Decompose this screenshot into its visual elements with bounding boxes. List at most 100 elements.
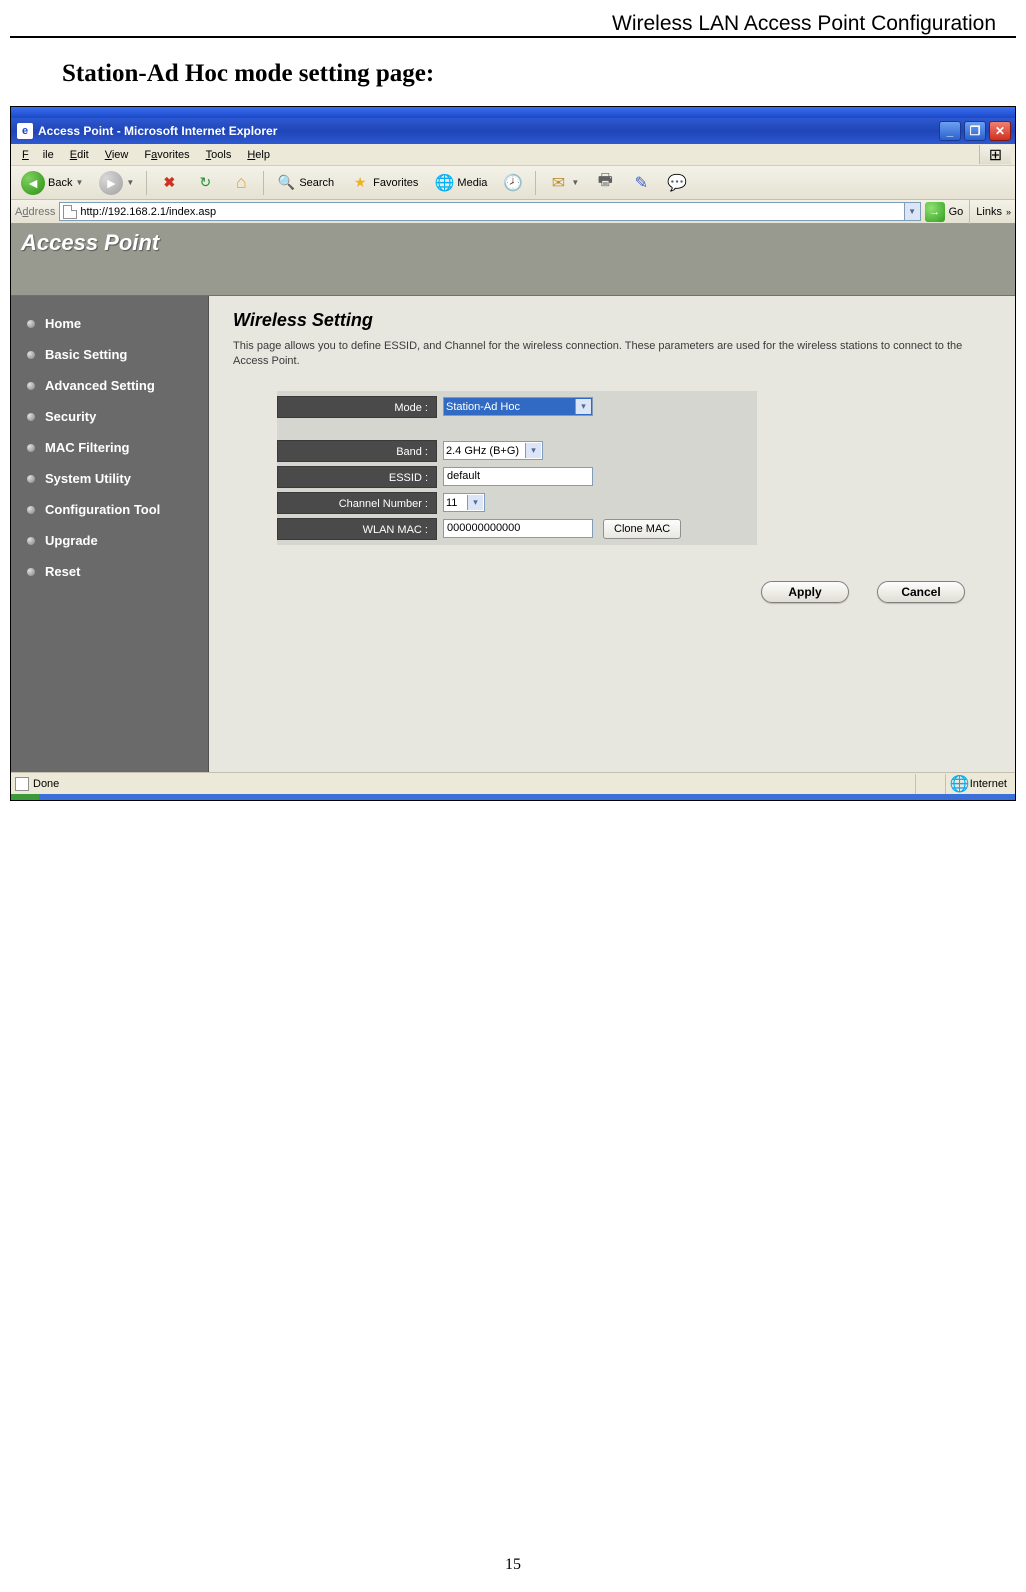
mail-dropdown-icon[interactable]: ▼	[571, 178, 579, 187]
sidebar-item-reset[interactable]: Reset	[27, 556, 208, 587]
toolbar-separator	[263, 171, 264, 195]
edit-button[interactable]: ✎	[625, 170, 657, 196]
channel-select[interactable]: 11	[443, 493, 485, 512]
print-icon: 🖶	[595, 173, 615, 193]
content-area: Wireless Setting This page allows you to…	[209, 296, 1015, 772]
sidebar-item-security[interactable]: Security	[27, 401, 208, 432]
window-titlebar[interactable]: e Access Point - Microsoft Internet Expl…	[11, 118, 1015, 144]
row-band: Band : 2.4 GHz (B+G)	[277, 438, 757, 464]
status-zone: 🌐 Internet	[945, 774, 1011, 794]
search-label: Search	[299, 177, 334, 189]
xp-top-strip	[11, 107, 1015, 118]
refresh-button[interactable]: ↻	[189, 170, 221, 196]
label-wlan-mac: WLAN MAC :	[277, 518, 437, 540]
discuss-button[interactable]: 💬	[661, 170, 693, 196]
refresh-icon: ↻	[195, 173, 215, 193]
action-buttons: Apply Cancel	[233, 581, 995, 603]
links-label[interactable]: Links	[976, 206, 1002, 218]
navigation-toolbar: ◄ Back ▼ ► ▼ ✖ ↻ ⌂ 🔍Search ★Favorites 🌐M…	[11, 166, 1015, 200]
forward-button[interactable]: ► ▼	[93, 170, 140, 196]
menu-tools[interactable]: Tools	[199, 147, 239, 163]
print-button[interactable]: 🖶	[589, 170, 621, 196]
go-label: Go	[949, 206, 964, 218]
status-bar: Done 🌐 Internet	[11, 772, 1015, 794]
label-mode: Mode :	[277, 396, 437, 418]
star-icon: ★	[350, 173, 370, 193]
ie-app-icon: e	[17, 123, 33, 139]
band-select[interactable]: 2.4 GHz (B+G)	[443, 441, 543, 460]
address-url: http://192.168.2.1/index.asp	[80, 206, 216, 218]
links-chevron-icon[interactable]: »	[1006, 207, 1011, 217]
document-header: Wireless LAN Access Point Configuration	[10, 8, 1016, 38]
menu-view[interactable]: View	[98, 147, 136, 163]
back-dropdown-icon[interactable]: ▼	[75, 178, 83, 187]
section-title: Station-Ad Hoc mode setting page:	[0, 38, 1026, 106]
go-button[interactable]: →	[925, 202, 945, 222]
page-number: 15	[0, 1556, 1026, 1574]
history-icon: 🕗	[503, 173, 523, 193]
internet-zone-icon: 🌐	[950, 774, 970, 794]
menu-favorites[interactable]: Favorites	[137, 147, 196, 163]
back-arrow-icon: ◄	[21, 171, 45, 195]
clone-mac-button[interactable]: Clone MAC	[603, 519, 681, 539]
close-button[interactable]: ✕	[989, 121, 1011, 141]
row-essid: ESSID : default	[277, 464, 757, 490]
sidebar-item-mac-filtering[interactable]: MAC Filtering	[27, 432, 208, 463]
mode-select[interactable]: Station-Ad Hoc	[443, 397, 593, 416]
stop-icon: ✖	[159, 173, 179, 193]
address-bar: Address http://192.168.2.1/index.asp ▼ →…	[11, 200, 1015, 224]
label-band: Band :	[277, 440, 437, 462]
menu-file[interactable]: File	[15, 147, 61, 163]
media-label: Media	[457, 177, 487, 189]
history-button[interactable]: 🕗	[497, 170, 529, 196]
sidebar-item-home[interactable]: Home	[27, 308, 208, 339]
back-button[interactable]: ◄ Back ▼	[15, 170, 89, 196]
minimize-button[interactable]: _	[939, 121, 961, 141]
cancel-button[interactable]: Cancel	[877, 581, 965, 603]
maximize-button[interactable]: ❐	[964, 121, 986, 141]
status-cell-pad	[915, 774, 945, 794]
row-wlan-mac: WLAN MAC : 000000000000 Clone MAC	[277, 516, 757, 542]
windows-flag-icon[interactable]: ⊞	[979, 145, 1011, 164]
menu-edit[interactable]: Edit	[63, 147, 96, 163]
forward-dropdown-icon[interactable]: ▼	[126, 178, 134, 187]
stop-button[interactable]: ✖	[153, 170, 185, 196]
row-channel: Channel Number : 11	[277, 490, 757, 516]
sidebar-item-configuration-tool[interactable]: Configuration Tool	[27, 494, 208, 525]
status-text: Done	[33, 778, 59, 790]
search-button[interactable]: 🔍Search	[270, 170, 340, 196]
page-icon	[63, 205, 77, 219]
page-banner: Access Point	[11, 224, 1015, 296]
favorites-button[interactable]: ★Favorites	[344, 170, 424, 196]
home-button[interactable]: ⌂	[225, 170, 257, 196]
address-dropdown-icon[interactable]: ▼	[904, 203, 920, 220]
content-heading: Wireless Setting	[233, 310, 995, 331]
address-label: Address	[15, 206, 55, 218]
status-zone-label: Internet	[970, 778, 1007, 790]
essid-input[interactable]: default	[443, 467, 593, 486]
menu-help[interactable]: Help	[240, 147, 277, 163]
wlan-mac-input[interactable]: 000000000000	[443, 519, 593, 538]
sidebar-item-basic-setting[interactable]: Basic Setting	[27, 339, 208, 370]
sidebar-item-upgrade[interactable]: Upgrade	[27, 525, 208, 556]
mail-button[interactable]: ✉▼	[542, 170, 585, 196]
sidebar-item-advanced-setting[interactable]: Advanced Setting	[27, 370, 208, 401]
home-icon: ⌂	[231, 173, 251, 193]
media-icon: 🌐	[434, 173, 454, 193]
sidebar-item-system-utility[interactable]: System Utility	[27, 463, 208, 494]
settings-panel: Mode : Station-Ad Hoc Band : 2.4 GHz (B+…	[277, 391, 757, 545]
search-icon: 🔍	[276, 173, 296, 193]
address-input[interactable]: http://192.168.2.1/index.asp ▼	[59, 202, 920, 221]
browser-screenshot: e Access Point - Microsoft Internet Expl…	[10, 106, 1016, 801]
apply-button[interactable]: Apply	[761, 581, 849, 603]
window-title: Access Point - Microsoft Internet Explor…	[38, 124, 277, 138]
menu-bar: File Edit View Favorites Tools Help ⊞	[11, 144, 1015, 166]
favorites-label: Favorites	[373, 177, 418, 189]
taskbar-strip	[11, 794, 1015, 800]
row-mode: Mode : Station-Ad Hoc	[277, 394, 757, 420]
forward-arrow-icon: ►	[99, 171, 123, 195]
discuss-icon: 💬	[667, 173, 687, 193]
label-channel: Channel Number :	[277, 492, 437, 514]
back-label: Back	[48, 177, 72, 189]
media-button[interactable]: 🌐Media	[428, 170, 493, 196]
